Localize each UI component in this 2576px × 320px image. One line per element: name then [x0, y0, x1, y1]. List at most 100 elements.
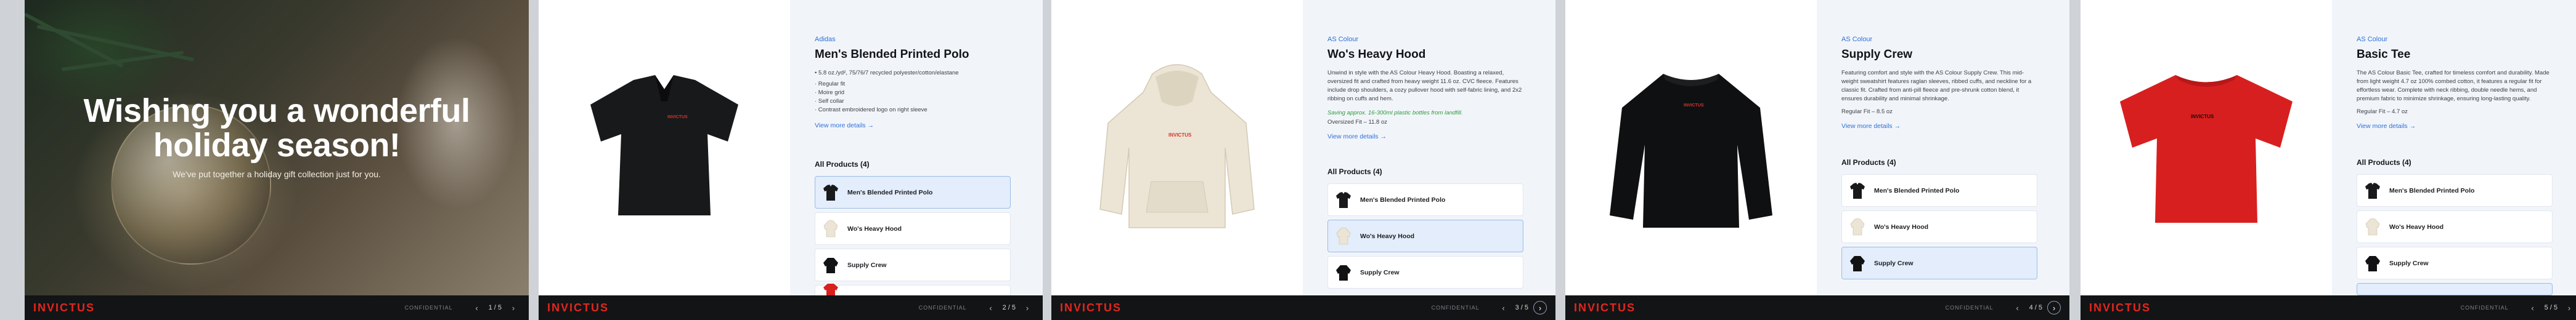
- slide-footer: INVICTUS CONFIDENTIAL ‹ 2 / 5 ›: [539, 295, 1043, 320]
- polo-thumbnail: [823, 184, 838, 201]
- next-slide-button[interactable]: ›: [1533, 301, 1547, 314]
- brand-logo: INVICTUS: [2089, 301, 2151, 314]
- feature-bullet: · Self collar: [815, 98, 844, 105]
- product-list-item-polo[interactable]: Men's Blended Printed Polo: [1327, 183, 1523, 216]
- product-image: INVICTUS: [2081, 0, 2332, 295]
- product-image: INVICTUS: [1051, 0, 1303, 295]
- hoodie-image: INVICTUS: [1099, 64, 1255, 228]
- prev-slide-button[interactable]: ‹: [1497, 301, 1510, 314]
- crew-thumbnail: [2365, 255, 2380, 271]
- product-list-item-polo[interactable]: Men's Blended Printed Polo: [2357, 174, 2553, 207]
- product-description: • 5.8 oz./yd², 75/76/7 recycled polyeste…: [815, 69, 1011, 114]
- product-info-panel: AS Colour Wo's Heavy Hood Unwind in styl…: [1303, 0, 1555, 295]
- feature-bullet: · Regular fit: [815, 81, 846, 87]
- confidential-label: CONFIDENTIAL: [404, 305, 453, 311]
- product-list-item-hood[interactable]: Wo's Heavy Hood: [815, 212, 1011, 245]
- product-list: Men's Blended Printed Polo Wo's Heavy Ho…: [1327, 183, 1523, 289]
- next-slide-button[interactable]: ›: [2047, 301, 2061, 314]
- product-list-item-polo[interactable]: Men's Blended Printed Polo: [1841, 174, 2037, 207]
- hero-title: Wishing you a wonderful holiday season!: [83, 92, 470, 164]
- next-slide-button[interactable]: ›: [2562, 301, 2576, 314]
- brand-logo: INVICTUS: [33, 301, 96, 314]
- product-list-item-crew[interactable]: Supply Crew: [2357, 247, 2553, 279]
- slide-product-polo: INVICTUS Adidas Men's Blended Printed Po…: [539, 0, 1043, 320]
- fit-weight: Oversized Fit – 11.8 oz: [1327, 119, 1387, 126]
- svg-text:INVICTUS: INVICTUS: [1168, 132, 1192, 138]
- hood-thumbnail: [1336, 227, 1351, 244]
- tshirt-image: INVICTUS: [2120, 75, 2293, 223]
- product-list-item-crew[interactable]: Supply Crew: [1327, 256, 1523, 289]
- product-list-item-hood[interactable]: Wo's Heavy Hood: [1327, 220, 1523, 252]
- slide-hero: Wishing you a wonderful holiday season! …: [25, 0, 529, 320]
- next-slide-button[interactable]: ›: [507, 301, 520, 314]
- polo-thumbnail: [2365, 182, 2380, 199]
- fit-weight: Regular Fit – 4.7 oz: [2357, 108, 2408, 115]
- hero-subtitle: We've put together a holiday gift collec…: [173, 169, 381, 179]
- view-more-details-link[interactable]: View more details →: [2357, 122, 2416, 130]
- product-list-item-hood[interactable]: Wo's Heavy Hood: [1841, 210, 2037, 243]
- product-title: Men's Blended Printed Polo: [815, 48, 969, 61]
- product-brand: AS Colour: [1327, 36, 1359, 43]
- all-products-heading: All Products (4): [2357, 158, 2411, 167]
- product-brand: AS Colour: [1841, 36, 1873, 43]
- product-list-item-crew[interactable]: Supply Crew: [1841, 247, 2037, 279]
- prev-slide-button[interactable]: ‹: [984, 301, 998, 314]
- feature-bullet: · Contrast embroidered logo on right sle…: [815, 106, 927, 113]
- polo-shirt-image: INVICTUS: [590, 75, 738, 215]
- product-image: INVICTUS: [539, 0, 790, 295]
- brand-logo: INVICTUS: [1574, 301, 1636, 314]
- next-slide-button[interactable]: ›: [1021, 301, 1034, 314]
- prev-slide-button[interactable]: ‹: [2526, 301, 2540, 314]
- slide-footer: INVICTUS CONFIDENTIAL ‹ 1 / 5 ›: [25, 295, 529, 320]
- product-description: The AS Colour Basic Tee, crafted for tim…: [2357, 70, 2550, 102]
- product-list-item-tee[interactable]: [2357, 283, 2553, 295]
- slide-product-hood: INVICTUS AS Colour Wo's Heavy Hood Unwin…: [1051, 0, 1555, 320]
- confidential-label: CONFIDENTIAL: [1945, 305, 1994, 311]
- product-title: Supply Crew: [1841, 48, 1913, 61]
- hood-thumbnail: [1850, 218, 1865, 235]
- crew-thumbnail: [1850, 255, 1865, 271]
- product-list: Men's Blended Printed Polo Wo's Heavy Ho…: [815, 176, 1011, 295]
- prev-slide-button[interactable]: ‹: [470, 301, 484, 314]
- product-list: Men's Blended Printed Polo Wo's Heavy Ho…: [2357, 174, 2553, 295]
- feature-bullet: · Moire grid: [815, 89, 845, 96]
- prev-slide-button[interactable]: ‹: [2011, 301, 2024, 314]
- product-list-item-hood[interactable]: Wo's Heavy Hood: [2357, 210, 2553, 243]
- svg-text:INVICTUS: INVICTUS: [2191, 114, 2214, 119]
- product-title: Basic Tee: [2357, 48, 2411, 61]
- slide-counter: 1 / 5: [488, 304, 502, 311]
- confidential-label: CONFIDENTIAL: [918, 305, 967, 311]
- polo-thumbnail: [1336, 191, 1351, 208]
- brand-logo: INVICTUS: [547, 301, 609, 314]
- slide-counter: 5 / 5: [2544, 304, 2558, 311]
- slide-footer: INVICTUS CONFIDENTIAL ‹ 3 / 5 ›: [1051, 295, 1555, 320]
- all-products-heading: All Products (4): [815, 160, 870, 169]
- product-list-item-tee[interactable]: [815, 284, 1011, 295]
- product-image: INVICTUS: [1565, 0, 1817, 295]
- slide-product-crew: INVICTUS AS Colour Supply Crew Featuring…: [1565, 0, 2069, 320]
- slide-counter: 3 / 5: [1515, 304, 1528, 311]
- all-products-heading: All Products (4): [1327, 167, 1382, 176]
- view-more-details-link[interactable]: View more details →: [815, 122, 874, 129]
- slide-footer: INVICTUS CONFIDENTIAL ‹ 5 / 5 ›: [2081, 295, 2576, 320]
- all-products-heading: All Products (4): [1841, 158, 1896, 167]
- product-brand: Adidas: [815, 36, 836, 43]
- sweatshirt-image: INVICTUS: [1610, 74, 1772, 228]
- product-title: Wo's Heavy Hood: [1327, 48, 1426, 61]
- hood-thumbnail: [2365, 218, 2380, 235]
- hood-thumbnail: [823, 220, 838, 237]
- tee-thumbnail: [823, 284, 838, 295]
- view-more-details-link[interactable]: View more details →: [1841, 122, 1901, 130]
- slide-counter: 4 / 5: [2029, 304, 2042, 311]
- eco-note: Saving approx. 16-300ml plastic bottles …: [1327, 110, 1463, 116]
- product-description: Featuring comfort and style with the AS …: [1841, 70, 2032, 102]
- product-list-item-polo[interactable]: Men's Blended Printed Polo: [815, 176, 1011, 209]
- product-info-panel: Adidas Men's Blended Printed Polo • 5.8 …: [790, 0, 1043, 295]
- confidential-label: CONFIDENTIAL: [1431, 305, 1480, 311]
- view-more-details-link[interactable]: View more details →: [1327, 133, 1387, 140]
- crew-thumbnail: [823, 257, 838, 273]
- product-list-item-crew[interactable]: Supply Crew: [815, 249, 1011, 281]
- slide-footer: INVICTUS CONFIDENTIAL ‹ 4 / 5 ›: [1565, 295, 2069, 320]
- svg-text:INVICTUS: INVICTUS: [1684, 103, 1704, 108]
- product-info-panel: AS Colour Supply Crew Featuring comfort …: [1817, 0, 2069, 295]
